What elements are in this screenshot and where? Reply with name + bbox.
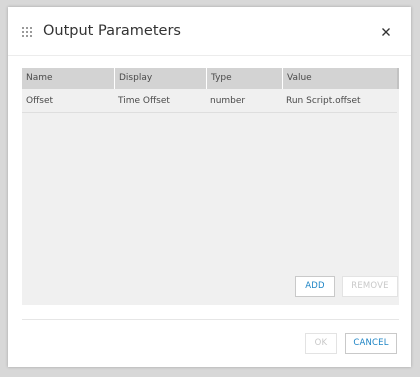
- column-header-display[interactable]: Display: [114, 68, 206, 89]
- scrollbar[interactable]: [397, 68, 399, 89]
- column-header-value[interactable]: Value: [282, 68, 397, 89]
- column-header-type[interactable]: Type: [206, 68, 282, 89]
- cancel-button[interactable]: CANCEL: [345, 333, 397, 354]
- cell-type: number: [210, 96, 246, 106]
- dialog-title: Output Parameters: [43, 23, 181, 39]
- remove-button[interactable]: REMOVE: [342, 276, 398, 297]
- output-parameters-dialog: Output Parameters Name Display Type Valu…: [8, 7, 411, 367]
- add-button[interactable]: ADD: [295, 276, 335, 297]
- dialog-header: Output Parameters: [8, 7, 411, 56]
- cell-name: Offset: [26, 96, 54, 106]
- cell-value: Run Script.offset: [286, 96, 361, 106]
- parameters-panel: Name Display Type Value Offset Time Offs…: [22, 68, 399, 305]
- ok-button[interactable]: OK: [305, 333, 337, 354]
- column-header-name[interactable]: Name: [22, 68, 114, 89]
- table-header: Name Display Type Value: [22, 68, 397, 89]
- table-row[interactable]: Offset Time Offset number Run Script.off…: [22, 90, 397, 113]
- cell-display: Time Offset: [118, 96, 170, 106]
- close-icon[interactable]: [379, 24, 393, 38]
- footer-divider: [22, 319, 399, 320]
- drag-handle-icon[interactable]: [22, 27, 32, 37]
